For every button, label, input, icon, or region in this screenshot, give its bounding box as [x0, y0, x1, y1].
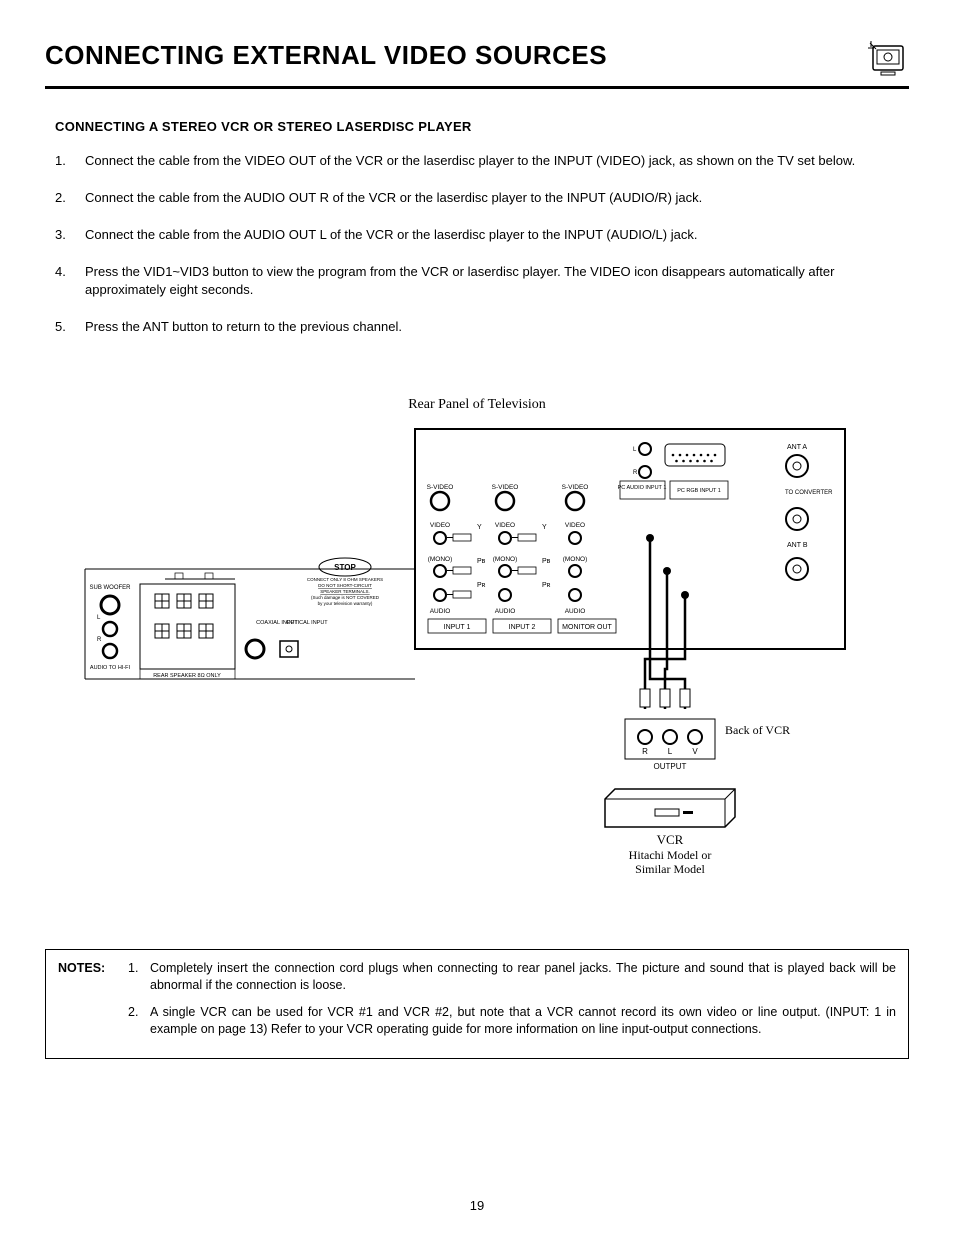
svg-text:Y: Y	[477, 524, 482, 531]
svg-text:L: L	[97, 615, 101, 621]
svg-text:TO CONVERTER: TO CONVERTER	[785, 490, 833, 496]
svg-text:S-VIDEO: S-VIDEO	[562, 484, 589, 491]
svg-text:CONNECT ONLY 8 OHM SPEAKERS: CONNECT ONLY 8 OHM SPEAKERS	[307, 577, 383, 582]
list-item: 3.Connect the cable from the AUDIO OUT L…	[55, 226, 899, 245]
note-text: Completely insert the connection cord pl…	[150, 960, 896, 994]
list-item: 2.Connect the cable from the AUDIO OUT R…	[55, 189, 899, 208]
notes-box: NOTES: 1. Completely insert the connecti…	[45, 949, 909, 1059]
list-item: 5.Press the ANT button to return to the …	[55, 318, 899, 337]
svg-text:ANT A: ANT A	[787, 444, 807, 451]
page-number: 19	[0, 1198, 954, 1213]
note-text: A single VCR can be used for VCR #1 and …	[150, 1004, 896, 1038]
svg-text:Pʀ: Pʀ	[542, 582, 551, 589]
svg-text:SPEAKER TERMINALS.: SPEAKER TERMINALS.	[320, 589, 369, 594]
svg-text:AUDIO TO HI-FI: AUDIO TO HI-FI	[90, 665, 131, 671]
svg-text:Pʀ: Pʀ	[477, 582, 486, 589]
page-title: CONNECTING EXTERNAL VIDEO SOURCES	[45, 40, 607, 71]
svg-text:R: R	[97, 637, 102, 643]
svg-text:ANT B: ANT B	[787, 542, 808, 549]
svg-text:INPUT 1: INPUT 1	[444, 624, 471, 631]
svg-text:SUB WOOFER: SUB WOOFER	[89, 585, 131, 591]
svg-text:AUDIO: AUDIO	[430, 608, 451, 615]
svg-text:S-VIDEO: S-VIDEO	[427, 484, 454, 491]
svg-text:DO NOT SHORT-CIRCUIT: DO NOT SHORT-CIRCUIT	[318, 583, 372, 588]
header-icon	[867, 40, 909, 78]
svg-text:AUDIO: AUDIO	[495, 608, 516, 615]
header-rule	[45, 86, 909, 89]
svg-text:INPUT 2: INPUT 2	[509, 624, 536, 631]
svg-text:PC AUDIO INPUT 1: PC AUDIO INPUT 1	[618, 485, 667, 491]
svg-text:VIDEO: VIDEO	[565, 522, 585, 529]
svg-text:REAR SPEAKER 8Ω ONLY: REAR SPEAKER 8Ω ONLY	[153, 673, 221, 679]
svg-text:Similar Model: Similar Model	[635, 862, 705, 876]
svg-text:STOP: STOP	[334, 563, 356, 572]
svg-text:(MONO): (MONO)	[428, 556, 453, 563]
svg-text:Y: Y	[542, 524, 547, 531]
svg-text:(Such damage is NOT COVERED: (Such damage is NOT COVERED	[311, 595, 380, 600]
svg-text:L: L	[633, 447, 637, 453]
svg-text:AUDIO: AUDIO	[565, 608, 586, 615]
steps-list: 1.Connect the cable from the VIDEO OUT o…	[45, 152, 909, 337]
svg-text:(MONO): (MONO)	[493, 556, 518, 563]
svg-text:MONITOR OUT: MONITOR OUT	[562, 624, 612, 631]
notes-label: NOTES:	[58, 960, 128, 994]
svg-text:Hitachi Model or: Hitachi Model or	[629, 848, 712, 862]
svg-text:by your television warranty): by your television warranty)	[318, 601, 373, 606]
svg-text:S-VIDEO: S-VIDEO	[492, 484, 519, 491]
section-title: CONNECTING A STEREO VCR OR STEREO LASERD…	[45, 119, 909, 134]
svg-text:VCR: VCR	[657, 832, 684, 847]
svg-text:OPTICAL INPUT: OPTICAL INPUT	[286, 620, 328, 626]
svg-text:OUTPUT: OUTPUT	[654, 762, 687, 771]
svg-text:VIDEO: VIDEO	[430, 522, 450, 529]
note-number: 1.	[128, 960, 150, 994]
svg-text:(MONO): (MONO)	[563, 556, 588, 563]
note-number: 2.	[128, 1004, 150, 1038]
svg-text:Back of VCR: Back of VCR	[725, 723, 790, 737]
svg-text:R: R	[633, 470, 638, 476]
list-item: 1.Connect the cable from the VIDEO OUT o…	[55, 152, 899, 171]
svg-text:Pʙ: Pʙ	[477, 558, 486, 565]
svg-text:VIDEO: VIDEO	[495, 522, 515, 529]
diagram-panel: Rear Panel of Television INPUT 1 INPUT 2…	[45, 397, 909, 909]
list-item: 4.Press the VID1~VID3 button to view the…	[55, 263, 899, 301]
svg-text:L: L	[668, 747, 673, 756]
diagram-caption: Rear Panel of Television	[45, 397, 909, 413]
svg-text:R: R	[642, 747, 648, 756]
svg-text:Pʙ: Pʙ	[542, 558, 551, 565]
svg-text:PC RGB INPUT 1: PC RGB INPUT 1	[677, 488, 721, 494]
svg-text:V: V	[692, 747, 698, 756]
rear-panel-diagram: INPUT 1 INPUT 2 MONITOR OUT S-VIDEO S-VI…	[45, 419, 909, 909]
